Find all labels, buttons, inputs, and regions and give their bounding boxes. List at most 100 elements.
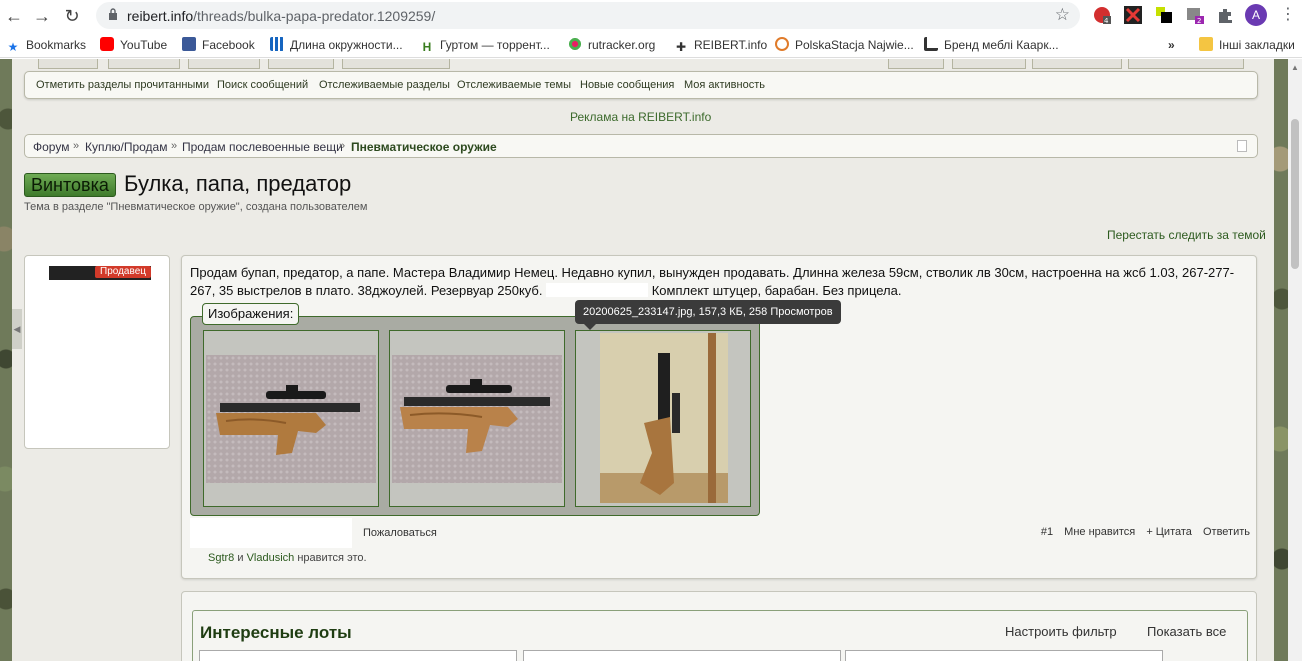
bookmark-furniture[interactable]: Бренд меблі Каарк... bbox=[924, 37, 1059, 53]
post-actions: #1 Мне нравится + Цитата Ответить bbox=[1033, 526, 1250, 538]
h-icon: H bbox=[422, 40, 432, 54]
extension-x-icon[interactable] bbox=[1124, 6, 1142, 24]
likes-summary: Sgtr8 и Vladusich нравится это. bbox=[208, 552, 367, 564]
back-icon[interactable]: ← bbox=[2, 4, 26, 28]
report-link[interactable]: Пожаловаться bbox=[363, 527, 437, 539]
reply-link[interactable]: Ответить bbox=[1203, 526, 1250, 538]
address-bar[interactable]: reibert.info/threads/bulka-papa-predator… bbox=[96, 2, 1080, 29]
post-number-link[interactable]: #1 bbox=[1041, 526, 1053, 538]
grid-icon bbox=[270, 37, 284, 51]
nav-tab[interactable] bbox=[342, 59, 450, 69]
new-messages-link[interactable]: Новые сообщения bbox=[580, 79, 674, 91]
bookmark-polskastacja[interactable]: PolskaStacja Najwie... bbox=[775, 37, 914, 53]
liker-link[interactable]: Vladusich bbox=[247, 552, 295, 564]
configure-filter-link[interactable]: Настроить фильтр bbox=[1005, 624, 1117, 639]
nav-tab[interactable] bbox=[952, 59, 1026, 69]
nav-tab[interactable] bbox=[188, 59, 260, 69]
scrollbar-thumb[interactable] bbox=[1291, 119, 1299, 269]
like-link[interactable]: Мне нравится bbox=[1064, 526, 1135, 538]
bookmarks-overflow-icon[interactable]: » bbox=[1168, 37, 1175, 53]
breadcrumb-separator: » bbox=[339, 140, 346, 152]
rifle-photo-2 bbox=[392, 355, 562, 483]
bookmark-star-icon[interactable]: ☆ bbox=[1055, 5, 1070, 25]
folder-icon bbox=[1199, 37, 1213, 51]
bookmark-hurtom[interactable]: H Гуртом — торрент... bbox=[420, 37, 550, 54]
bookmark-rutracker[interactable]: rutracker.org bbox=[568, 37, 655, 53]
user-info-panel: Продавец bbox=[24, 255, 170, 449]
tooltip-arrow bbox=[584, 324, 596, 330]
mark-forums-read-link[interactable]: Отметить разделы прочитанными bbox=[36, 79, 209, 91]
unwatch-thread-link[interactable]: Перестать следить за темой bbox=[1107, 228, 1266, 242]
svg-text:2: 2 bbox=[1197, 17, 1201, 24]
furniture-icon bbox=[924, 37, 938, 51]
thread-subtitle: Тема в разделе "Пневматическое оружие", … bbox=[24, 201, 368, 213]
liker-link[interactable]: Sgtr8 bbox=[208, 552, 234, 564]
rifle-photo-3 bbox=[600, 333, 728, 503]
nav-tab[interactable] bbox=[888, 59, 944, 69]
nav-tab[interactable] bbox=[38, 59, 98, 69]
extension-red-icon[interactable]: 4 bbox=[1093, 6, 1111, 25]
ad-link[interactable]: Реклама на REIBERT.info bbox=[570, 110, 711, 124]
attachment-thumbnail-1[interactable] bbox=[203, 330, 379, 507]
top-nav-tabs bbox=[28, 59, 1258, 69]
lot-card[interactable] bbox=[845, 650, 1163, 661]
browser-toolbar: ← → ↻ reibert.info/threads/bulka-papa-pr… bbox=[0, 0, 1302, 32]
show-all-link[interactable]: Показать все bbox=[1147, 624, 1226, 639]
breadcrumb-forum[interactable]: Форум bbox=[33, 140, 69, 154]
polska-icon bbox=[775, 37, 789, 51]
bookmark-other[interactable]: Інші закладки bbox=[1199, 37, 1295, 53]
breadcrumb-separator: » bbox=[73, 140, 80, 152]
search-messages-link[interactable]: Поиск сообщений bbox=[217, 79, 308, 91]
extension-puzzle-badge-icon[interactable]: 2 bbox=[1186, 6, 1204, 25]
image-tooltip: 20200625_233147.jpg, 157,3 КБ, 258 Просм… bbox=[575, 300, 841, 324]
breadcrumb-airguns[interactable]: Пневматическое оружие bbox=[351, 140, 497, 154]
reload-icon[interactable]: ↻ bbox=[60, 4, 84, 28]
scrollbar[interactable]: ▲ bbox=[1288, 59, 1302, 661]
menu-kebab-icon[interactable]: ⋮ bbox=[1280, 4, 1296, 24]
watched-forums-link[interactable]: Отслеживаемые разделы bbox=[319, 79, 450, 91]
watched-threads-link[interactable]: Отслеживаемые темы bbox=[457, 79, 571, 91]
youtube-icon bbox=[100, 37, 114, 51]
post-footer: Пожаловаться #1 Мне нравится + Цитата От… bbox=[190, 518, 1250, 548]
breadcrumb-separator: » bbox=[171, 140, 178, 152]
nav-tab[interactable] bbox=[268, 59, 334, 69]
extension-square-icon[interactable] bbox=[1155, 6, 1173, 24]
bookmark-youtube[interactable]: YouTube bbox=[100, 37, 167, 53]
attachments-label: Изображения: bbox=[202, 303, 300, 325]
lot-card[interactable] bbox=[523, 650, 841, 661]
rutracker-icon bbox=[568, 37, 582, 51]
bookmark-reibert[interactable]: ✚ REIBERT.info bbox=[674, 37, 767, 54]
lot-card[interactable] bbox=[199, 650, 517, 661]
redacted-text bbox=[546, 283, 649, 297]
attachment-thumbnail-3[interactable] bbox=[575, 330, 751, 507]
attachment-thumbnail-2[interactable] bbox=[389, 330, 565, 507]
breadcrumb-buy-sell[interactable]: Куплю/Продам bbox=[85, 140, 167, 154]
attachments-block bbox=[190, 316, 760, 516]
nav-tab[interactable] bbox=[108, 59, 180, 69]
my-activity-link[interactable]: Моя активность bbox=[684, 79, 765, 91]
nav-tab[interactable] bbox=[1032, 59, 1122, 69]
scroll-up-icon[interactable]: ▲ bbox=[1291, 63, 1299, 72]
page-viewport: Отметить разделы прочитанными Поиск сооб… bbox=[0, 59, 1302, 661]
post-body: Продам бупап, предатор, а папе. Мастера … bbox=[190, 265, 1235, 298]
thread-prefix-badge[interactable]: Винтовка bbox=[24, 173, 116, 197]
quote-link[interactable]: + Цитата bbox=[1146, 526, 1192, 538]
profile-avatar[interactable]: A bbox=[1245, 4, 1267, 26]
rss-page-icon[interactable] bbox=[1237, 140, 1247, 152]
bookmark-circumference[interactable]: Длина окружности... bbox=[270, 37, 403, 53]
lots-frame: Интересные лоты Настроить фильтр Показат… bbox=[192, 610, 1248, 661]
forward-icon[interactable]: → bbox=[30, 4, 54, 28]
lock-icon bbox=[109, 8, 117, 20]
nav-tab[interactable] bbox=[1128, 59, 1244, 69]
bookmark-facebook[interactable]: Facebook bbox=[182, 37, 255, 53]
star-icon: ★ bbox=[7, 40, 19, 54]
seller-badge: Продавец bbox=[95, 266, 151, 278]
page-title: Булка, папа, предатор bbox=[124, 171, 352, 196]
bookmark-bookmarks[interactable]: ★ Bookmarks bbox=[6, 37, 86, 54]
breadcrumb-postwar[interactable]: Продам послевоенные вещи bbox=[182, 140, 343, 154]
facebook-icon bbox=[182, 37, 196, 51]
breadcrumb: Форум » Куплю/Продам » Продам послевоенн… bbox=[24, 134, 1258, 158]
lots-title: Интересные лоты bbox=[200, 623, 352, 642]
extensions-puzzle-icon[interactable] bbox=[1216, 6, 1234, 24]
side-arrow-icon[interactable]: ◀ bbox=[12, 309, 22, 349]
